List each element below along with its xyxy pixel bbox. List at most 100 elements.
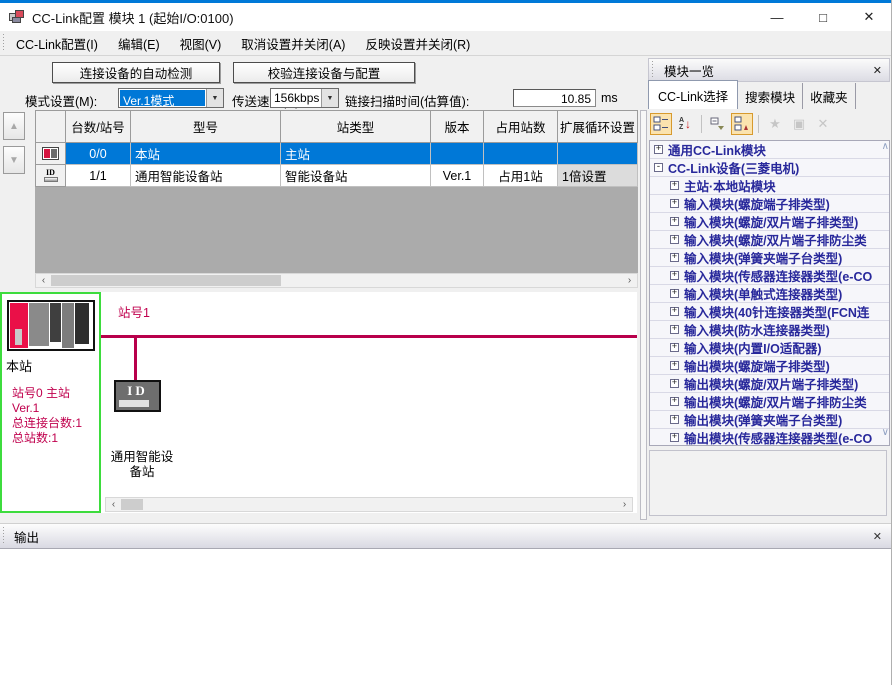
expand-icon[interactable]: + bbox=[670, 433, 679, 442]
scrollbar-thumb[interactable] bbox=[121, 499, 143, 510]
delete-icon[interactable]: ✕ bbox=[812, 113, 834, 135]
close-button[interactable]: ✕ bbox=[846, 3, 892, 31]
output-panel-content bbox=[0, 549, 892, 685]
tab-favorites[interactable]: 收藏夹 bbox=[803, 83, 856, 109]
tree-item[interactable]: + 主站·本地站模块 bbox=[650, 177, 889, 195]
expand-icon[interactable]: + bbox=[670, 289, 679, 298]
tree-item[interactable]: +输入模块(单触式连接器类型) bbox=[650, 285, 889, 303]
menu-cancel-close[interactable]: 取消设置并关闭(A) bbox=[231, 30, 355, 57]
auto-detect-button[interactable]: 连接设备的自动检测 bbox=[52, 62, 220, 83]
vertical-splitter[interactable] bbox=[640, 110, 647, 520]
expand-icon[interactable]: + bbox=[670, 181, 679, 190]
tree-item[interactable]: +输出模块(螺旋/双片端子排类型) bbox=[650, 375, 889, 393]
collapse-icon[interactable]: - bbox=[654, 163, 663, 172]
cell-version: Ver.1 bbox=[431, 165, 484, 187]
tree-item[interactable]: +输入模块(螺旋/双片端子排防尘类 bbox=[650, 231, 889, 249]
move-up-button[interactable]: ▲ bbox=[3, 112, 25, 140]
id-device-bar bbox=[119, 400, 149, 407]
tree-item[interactable]: + 输出模块(螺旋/双片端子排防尘类 bbox=[650, 393, 889, 411]
host-station-panel[interactable]: 本站 站号0 主站 Ver.1 总连接台数:1 总站数:1 bbox=[0, 292, 101, 513]
collapse-tree-icon[interactable] bbox=[707, 113, 729, 135]
expand-icon[interactable]: + bbox=[670, 415, 679, 424]
menu-apply-close[interactable]: 反映设置并关闭(R) bbox=[355, 30, 480, 57]
tree-item[interactable]: +输出模块(弹簧夹端子台类型) bbox=[650, 411, 889, 429]
scroll-left-icon[interactable]: ‹ bbox=[106, 498, 121, 511]
module-tree: +通用CC-Link模块-CC-Link设备(三菱电机)+主站·本地站模块+输入… bbox=[649, 140, 890, 446]
scroll-right-icon[interactable]: › bbox=[617, 498, 632, 511]
favorite-star-icon[interactable]: ★ bbox=[764, 113, 786, 135]
expand-icon[interactable]: + bbox=[670, 397, 679, 406]
expand-icon[interactable]: + bbox=[670, 307, 679, 316]
tree-item[interactable]: + 输出模块(螺旋端子排类型) bbox=[650, 357, 889, 375]
expand-icon[interactable]: + bbox=[670, 235, 679, 244]
tree-item-label: 主站·本地站模块 bbox=[684, 177, 776, 195]
tab-cclink-select[interactable]: CC-Link选择 bbox=[648, 80, 738, 109]
output-panel-title: 输出 bbox=[14, 527, 39, 546]
tree-item[interactable]: +输出模块(传感器连接器类型(e-CO bbox=[650, 429, 889, 446]
tree-item-label: 输出模块(螺旋/双片端子排防尘类 bbox=[684, 393, 867, 411]
tree-item[interactable]: +输入模块(传感器连接器类型(e-CO bbox=[650, 267, 889, 285]
expand-icon[interactable]: + bbox=[670, 253, 679, 262]
scrollbar-thumb[interactable] bbox=[51, 275, 281, 286]
table-row[interactable]: ID 1/1 通用智能设备站 智能设备站 Ver.1 占用1站 1倍设置 bbox=[36, 165, 638, 187]
tree-scroll-up-icon[interactable]: ∧ bbox=[882, 142, 889, 152]
menu-cclink-config[interactable]: CC-Link配置(I) bbox=[6, 30, 108, 57]
cell-model: 本站 bbox=[131, 143, 281, 165]
cclink-config-window: CC-Link配置 模块 1 (起始I/O:0100) — □ ✕ CC-Lin… bbox=[0, 0, 892, 685]
expand-tree-icon[interactable] bbox=[731, 113, 753, 135]
table-row[interactable]: 0/0 本站 主站 bbox=[36, 143, 638, 165]
tree-item-label: CC-Link设备(三菱电机) bbox=[668, 159, 799, 177]
cell-station-no: 1/1 bbox=[66, 165, 131, 187]
tree-item[interactable]: +输入模块(螺旋端子排类型) bbox=[650, 195, 889, 213]
cell-model: 通用智能设备站 bbox=[131, 165, 281, 187]
menu-view[interactable]: 视图(V) bbox=[170, 30, 232, 57]
tree-item[interactable]: +输入模块(防水连接器类型) bbox=[650, 321, 889, 339]
expand-icon[interactable]: + bbox=[670, 199, 679, 208]
expand-icon[interactable]: + bbox=[654, 145, 663, 154]
tree-item[interactable]: +输入模块(内置I/O适配器) bbox=[650, 339, 889, 357]
expand-icon[interactable]: + bbox=[670, 217, 679, 226]
tree-item[interactable]: + 输入模块(螺旋/双片端子排类型) bbox=[650, 213, 889, 231]
expand-icon[interactable]: + bbox=[670, 271, 679, 280]
chevron-down-icon[interactable]: ▼ bbox=[206, 89, 223, 107]
scan-time-unit: ms bbox=[601, 91, 618, 105]
cell-station-type: 智能设备站 bbox=[281, 165, 431, 187]
add-favorite-icon[interactable]: ▣ bbox=[788, 113, 810, 135]
move-down-button[interactable]: ▼ bbox=[3, 146, 25, 174]
tree-item[interactable]: +通用CC-Link模块 bbox=[650, 141, 889, 159]
group-by-type-icon[interactable] bbox=[650, 113, 672, 135]
scan-time-field: 10.85 bbox=[513, 89, 596, 107]
speed-select[interactable]: 156kbps ▼ bbox=[270, 88, 339, 108]
menu-edit[interactable]: 编辑(E) bbox=[108, 30, 170, 57]
cell-ext-cyclic[interactable]: 1倍设置 bbox=[558, 165, 638, 187]
chevron-down-icon[interactable]: ▼ bbox=[321, 89, 338, 107]
expand-icon[interactable]: + bbox=[670, 361, 679, 370]
mode-select[interactable]: Ver.1模式 ▼ bbox=[118, 88, 224, 108]
sort-az-icon[interactable]: AZ↓ bbox=[674, 113, 696, 135]
tree-item-label: 输入模块(螺旋/双片端子排类型) bbox=[684, 213, 858, 231]
expand-icon[interactable]: + bbox=[670, 343, 679, 352]
table-horizontal-scrollbar[interactable]: ‹ › bbox=[35, 273, 638, 288]
header-station-no: 台数/站号 bbox=[66, 111, 131, 143]
header-version: 版本 bbox=[431, 111, 484, 143]
minimize-button[interactable]: — bbox=[754, 3, 800, 31]
network-diagram-canvas[interactable]: 站号1 ID 通用智能设备站 ‹ › bbox=[101, 292, 637, 513]
tree-item-label: 输出模块(螺旋端子排类型) bbox=[684, 357, 830, 375]
expand-icon[interactable]: + bbox=[670, 379, 679, 388]
close-icon[interactable]: ✕ bbox=[873, 64, 882, 77]
tab-search-module[interactable]: 搜索模块 bbox=[738, 83, 803, 109]
tree-item[interactable]: -CC-Link设备(三菱电机) bbox=[650, 159, 889, 177]
host-station-info: 站号0 主站 Ver.1 总连接台数:1 总站数:1 bbox=[12, 386, 82, 446]
expand-icon[interactable]: + bbox=[670, 325, 679, 334]
close-icon[interactable]: ✕ bbox=[873, 530, 882, 543]
tree-item[interactable]: +输入模块(弹簧夹端子台类型) bbox=[650, 249, 889, 267]
tree-scroll-down-icon[interactable]: ∨ bbox=[882, 428, 889, 438]
intelligent-device-node[interactable]: ID bbox=[114, 380, 161, 412]
tree-item[interactable]: +输入模块(40针连接器类型(FCN连 bbox=[650, 303, 889, 321]
diagram-horizontal-scrollbar[interactable]: ‹ › bbox=[105, 497, 633, 512]
output-panel-header: 输出 ✕ bbox=[0, 523, 892, 549]
scroll-left-icon[interactable]: ‹ bbox=[36, 274, 51, 287]
scroll-right-icon[interactable]: › bbox=[622, 274, 637, 287]
verify-config-button[interactable]: 校验连接设备与配置 bbox=[233, 62, 415, 83]
maximize-button[interactable]: □ bbox=[800, 3, 846, 31]
